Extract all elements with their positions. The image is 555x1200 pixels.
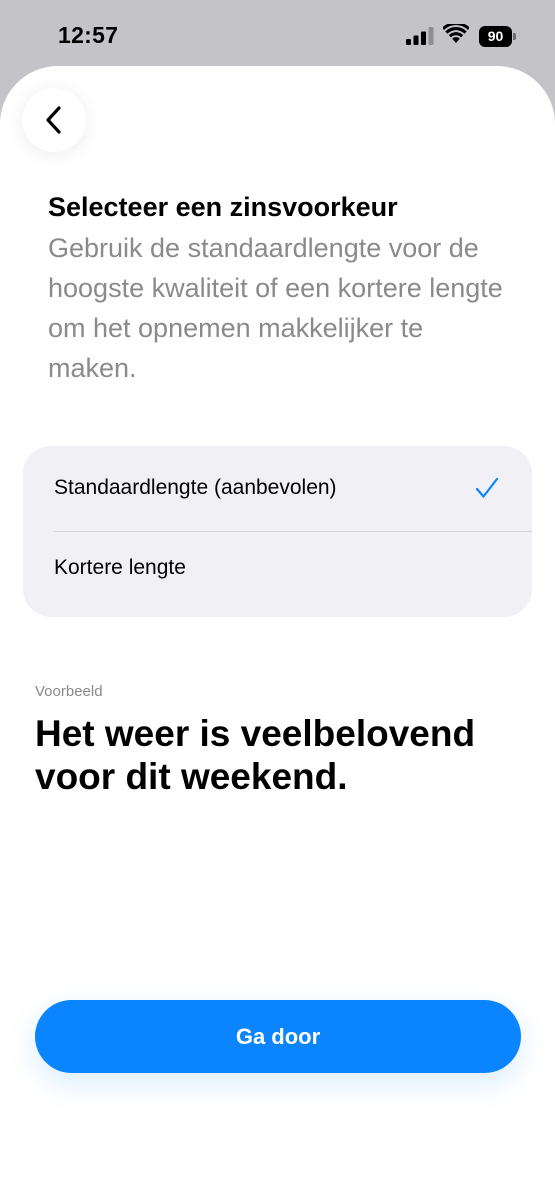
status-time: 12:57 (58, 22, 119, 48)
back-button[interactable] (22, 88, 86, 152)
length-options: Standaardlengte (aanbevolen) Kortere len… (23, 446, 532, 617)
battery-icon: 90 (479, 26, 517, 47)
chevron-left-icon (46, 106, 61, 134)
battery-tip (513, 33, 516, 40)
wifi-icon (443, 24, 469, 43)
checkmark-icon (475, 477, 499, 498)
option-shorter-length[interactable]: Kortere lengte (23, 532, 532, 617)
page-title: Selecteer een zinsvoorkeur (48, 192, 398, 222)
continue-button[interactable]: Ga door (35, 1000, 521, 1073)
status-bar: 12:57 90 (0, 0, 555, 70)
option-label: Standaardlengte (aanbevolen) (54, 476, 337, 499)
option-label: Kortere lengte (54, 556, 186, 579)
example-caption: Voorbeeld (35, 683, 103, 700)
battery-level: 90 (479, 26, 512, 47)
modal-sheet: Selecteer een zinsvoorkeur Gebruik de st… (0, 66, 555, 1200)
page-description: Gebruik de standaardlengte voor de hoogs… (48, 233, 503, 383)
example-sentence: Het weer is veelbelovend voor dit weeken… (35, 713, 476, 797)
signal-icon (406, 27, 434, 45)
option-standard-length[interactable]: Standaardlengte (aanbevolen) (23, 446, 532, 531)
